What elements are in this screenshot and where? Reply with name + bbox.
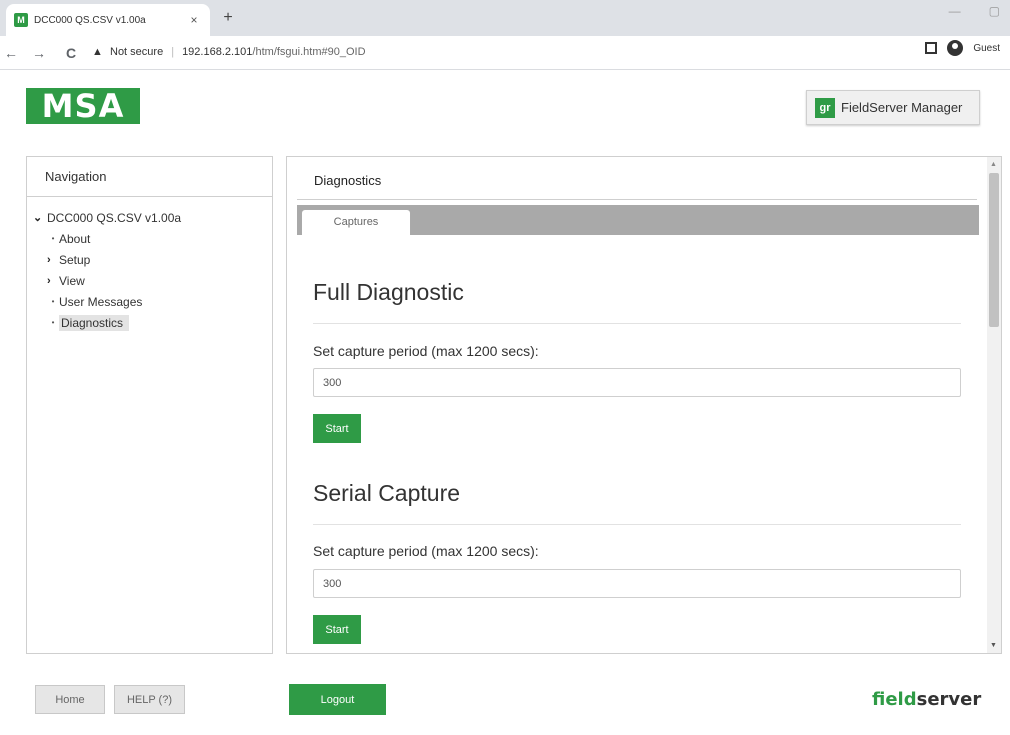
url-host: 192.168.2.101: [182, 46, 253, 58]
profile-icon[interactable]: [947, 40, 964, 56]
section-heading-full-diagnostic: Full Diagnostic: [313, 279, 464, 305]
msa-logo: MSA: [26, 87, 140, 125]
navigation-tree: ⌄ DCC000 QS.CSV v1.00a • About › Setup ›…: [27, 197, 272, 333]
bullet-icon: •: [51, 234, 55, 243]
fieldserver-logo-part2: server: [916, 689, 982, 710]
chevron-right-icon: ›: [47, 253, 51, 266]
favicon-icon: M: [14, 13, 28, 27]
tab-captures[interactable]: Captures: [301, 209, 411, 235]
url-separator: |: [171, 46, 175, 58]
browser-tab[interactable]: M DCC000 QS.CSV v1.00a ×: [6, 4, 210, 36]
serial-capture-start-button[interactable]: Start: [313, 615, 361, 644]
side-panel-icon[interactable]: [925, 42, 938, 54]
nav-item-label: View: [59, 273, 85, 288]
warning-icon: ▲: [92, 46, 103, 58]
section-heading-serial-capture: Serial Capture: [313, 480, 461, 506]
fieldserver-manager-icon: gr: [815, 97, 835, 118]
nav-item-setup[interactable]: › Setup: [33, 249, 272, 270]
nav-item-view[interactable]: › View: [33, 270, 272, 291]
serial-capture-period-input[interactable]: [313, 569, 961, 598]
browser-tab-strip: M DCC000 QS.CSV v1.00a × + — ▢: [0, 0, 1010, 36]
url-path: /htm/fsgui.htm#90_OID: [252, 46, 366, 58]
home-button[interactable]: Home: [35, 685, 105, 714]
capture-period-label: Set capture period (max 1200 secs):: [313, 343, 539, 359]
capture-period-label: Set capture period (max 1200 secs):: [313, 543, 539, 559]
fieldserver-manager-label: FieldServer Manager: [841, 100, 963, 115]
scrollbar[interactable]: ▲ ▼: [987, 157, 1001, 653]
back-arrow-icon: ←: [4, 44, 18, 61]
reload-icon: C: [65, 44, 77, 61]
fieldserver-logo: fieldserver: [872, 689, 981, 710]
nav-item-user-messages[interactable]: • User Messages: [33, 291, 272, 312]
chevron-right-icon: ›: [47, 274, 51, 287]
tab-close-icon[interactable]: ×: [186, 13, 202, 27]
forward-arrow-icon: →: [32, 44, 46, 61]
navigation-panel: Navigation ⌄ DCC000 QS.CSV v1.00a • Abou…: [26, 156, 273, 654]
nav-root-label: DCC000 QS.CSV v1.00a: [47, 210, 182, 225]
nav-item-label: About: [59, 231, 91, 246]
page-title: Diagnostics: [314, 173, 382, 188]
nav-root[interactable]: ⌄ DCC000 QS.CSV v1.00a: [33, 207, 272, 228]
reload-button[interactable]: C: [60, 42, 82, 64]
navigation-title: Navigation: [27, 157, 272, 197]
back-button[interactable]: ←: [0, 42, 22, 64]
address-bar[interactable]: ▲ Not secure | 192.168.2.101 /htm/fsgui.…: [92, 40, 366, 64]
toolbar-right: Guest: [925, 40, 1000, 56]
fieldserver-logo-part1: field: [872, 689, 917, 710]
tab-bar: Captures: [297, 205, 979, 235]
scroll-down-icon[interactable]: ▼: [990, 642, 997, 649]
nav-item-label: Setup: [59, 252, 91, 267]
tab-title: DCC000 QS.CSV v1.00a: [34, 14, 146, 26]
bullet-icon: •: [51, 318, 55, 327]
section-divider: [313, 524, 961, 525]
full-diagnostic-start-button[interactable]: Start: [313, 414, 361, 443]
bullet-icon: •: [51, 297, 55, 306]
scroll-up-icon[interactable]: ▲: [990, 161, 997, 168]
help-button[interactable]: HELP (?): [114, 685, 185, 714]
chevron-down-icon: ⌄: [33, 212, 43, 224]
not-secure-label: Not secure: [110, 46, 164, 58]
full-diagnostic-period-input[interactable]: [313, 368, 961, 397]
nav-item-label: Diagnostics: [59, 314, 130, 331]
maximize-icon[interactable]: ▢: [989, 4, 1000, 18]
section-divider: [313, 323, 961, 324]
nav-item-diagnostics[interactable]: • Diagnostics: [33, 312, 272, 333]
scrollbar-thumb[interactable]: [989, 173, 999, 327]
fieldserver-manager-button[interactable]: gr FieldServer Manager: [806, 90, 980, 125]
window-controls: — ▢: [949, 4, 1000, 18]
nav-item-about[interactable]: • About: [33, 228, 272, 249]
title-divider: [297, 199, 977, 200]
logout-button[interactable]: Logout: [289, 684, 386, 715]
profile-label[interactable]: Guest: [973, 43, 1000, 54]
new-tab-button[interactable]: +: [218, 8, 238, 28]
forward-button[interactable]: →: [28, 42, 50, 64]
minimize-icon[interactable]: —: [949, 4, 961, 18]
nav-item-label: User Messages: [59, 294, 143, 309]
diagnostics-panel: Diagnostics Captures Full Diagnostic Set…: [286, 156, 1002, 654]
